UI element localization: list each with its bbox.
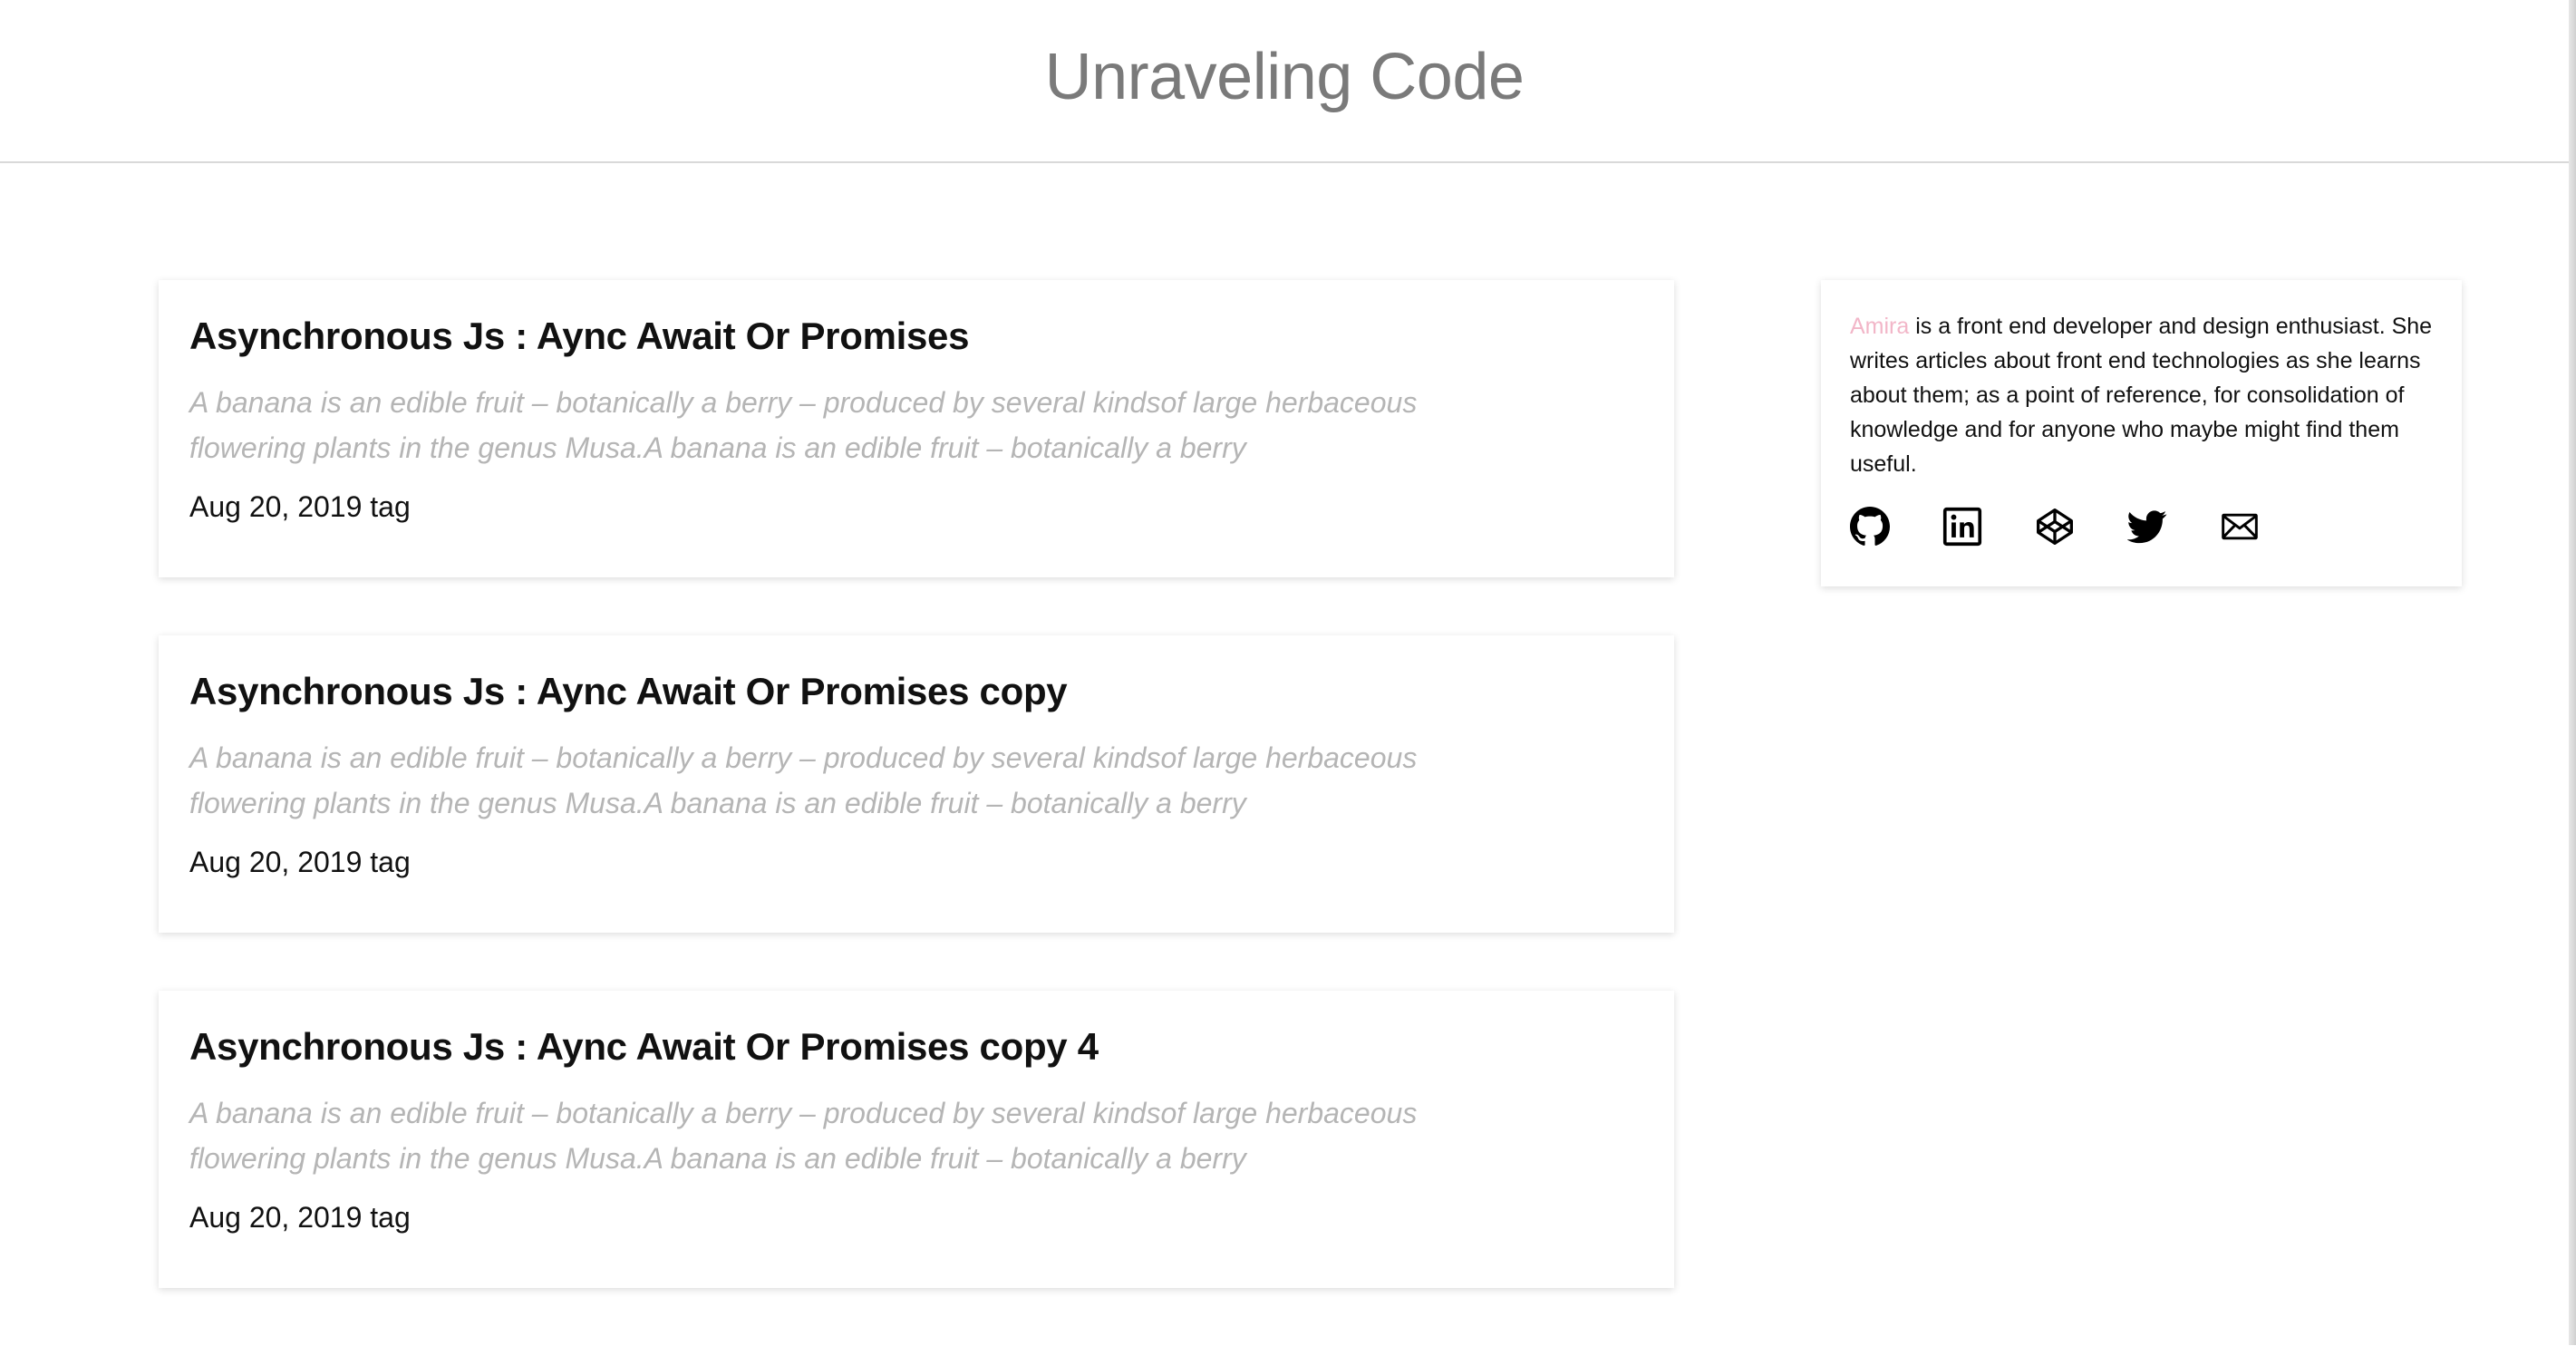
post-card[interactable]: Asynchronous Js : Aync Await Or Promises… <box>159 635 1674 933</box>
post-excerpt: A banana is an edible fruit – botanicall… <box>189 386 1418 464</box>
mail-icon[interactable] <box>2220 507 2260 547</box>
github-icon[interactable] <box>1850 507 1890 547</box>
post-excerpt: A banana is an edible fruit – botanicall… <box>189 1097 1418 1175</box>
post-excerpt: A banana is an edible fruit – botanicall… <box>189 741 1418 819</box>
post-card[interactable]: Asynchronous Js : Aync Await Or Promises… <box>159 280 1674 577</box>
site-header: Unraveling Code <box>0 0 2569 163</box>
mail-icon-glyph <box>2222 513 2258 540</box>
post-meta: Aug 20, 2019 tag <box>189 846 411 878</box>
twitter-icon[interactable] <box>2127 507 2167 547</box>
author-bio: is a front end developer and design enth… <box>1850 314 2433 477</box>
twitter-icon-glyph <box>2127 510 2167 544</box>
post-list: Asynchronous Js : Aync Await Or Promises… <box>159 280 1674 1346</box>
linkedin-icon[interactable] <box>1942 507 1982 547</box>
post-title[interactable]: Asynchronous Js : Aync Await Or Promises <box>189 313 1643 360</box>
github-icon-glyph <box>1850 507 1890 546</box>
codepen-icon-glyph <box>2037 508 2073 545</box>
post-card[interactable]: Asynchronous Js : Aync Await Or Promises… <box>159 991 1674 1288</box>
window-edge <box>2569 0 2576 1345</box>
post-title[interactable]: Asynchronous Js : Aync Await Or Promises… <box>189 1023 1643 1070</box>
about-card: Amira is a front end developer and desig… <box>1821 280 2462 586</box>
post-title[interactable]: Asynchronous Js : Aync Await Or Promises… <box>189 668 1643 715</box>
about-text: Amira is a front end developer and desig… <box>1850 309 2433 481</box>
linkedin-icon-glyph <box>1942 507 1982 547</box>
social-links <box>1850 507 2433 547</box>
codepen-icon[interactable] <box>2035 507 2075 547</box>
site-title[interactable]: Unraveling Code <box>0 40 2569 114</box>
post-meta: Aug 20, 2019 tag <box>189 490 411 523</box>
author-name[interactable]: Amira <box>1850 314 1909 339</box>
post-meta: Aug 20, 2019 tag <box>189 1201 411 1234</box>
